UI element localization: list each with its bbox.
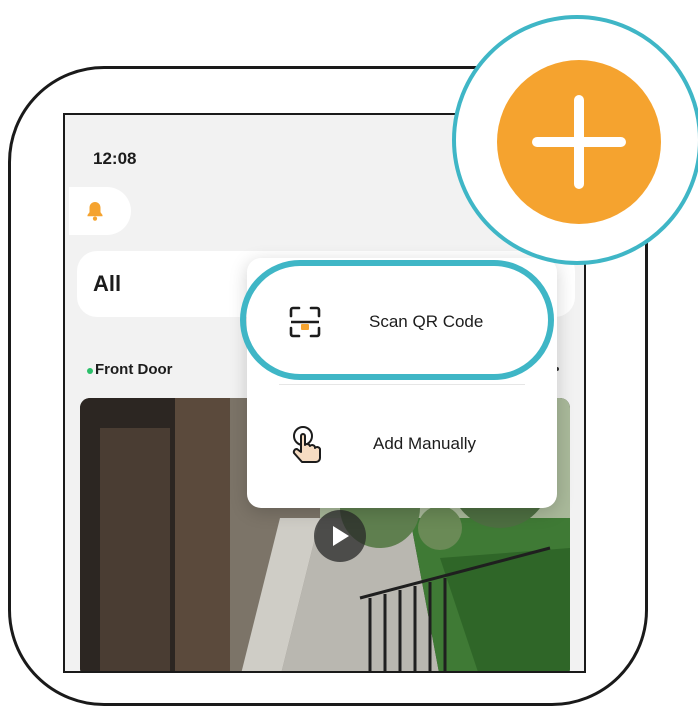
play-icon — [333, 526, 349, 546]
add-device-button[interactable] — [497, 60, 661, 224]
menu-item-scan-qr[interactable]: Scan QR Code — [247, 288, 557, 358]
qr-scan-icon — [289, 306, 321, 338]
menu-item-label: Add Manually — [373, 434, 477, 453]
notification-button[interactable] — [69, 187, 131, 235]
play-button[interactable] — [314, 510, 366, 562]
add-device-menu: Scan QR Code Add Manually — [247, 258, 557, 508]
filter-label: All — [93, 271, 122, 296]
plus-icon — [532, 95, 626, 189]
camera-name-text: Front Door — [95, 361, 173, 378]
bell-icon — [87, 202, 103, 221]
menu-divider — [279, 384, 525, 385]
menu-item-label: Scan QR Code — [369, 312, 484, 331]
menu-item-add-manually[interactable]: Add Manually — [247, 410, 557, 480]
camera-name: Front Door — [85, 361, 172, 378]
tap-hand-icon — [292, 426, 321, 463]
status-time: 12:08 — [93, 149, 137, 168]
